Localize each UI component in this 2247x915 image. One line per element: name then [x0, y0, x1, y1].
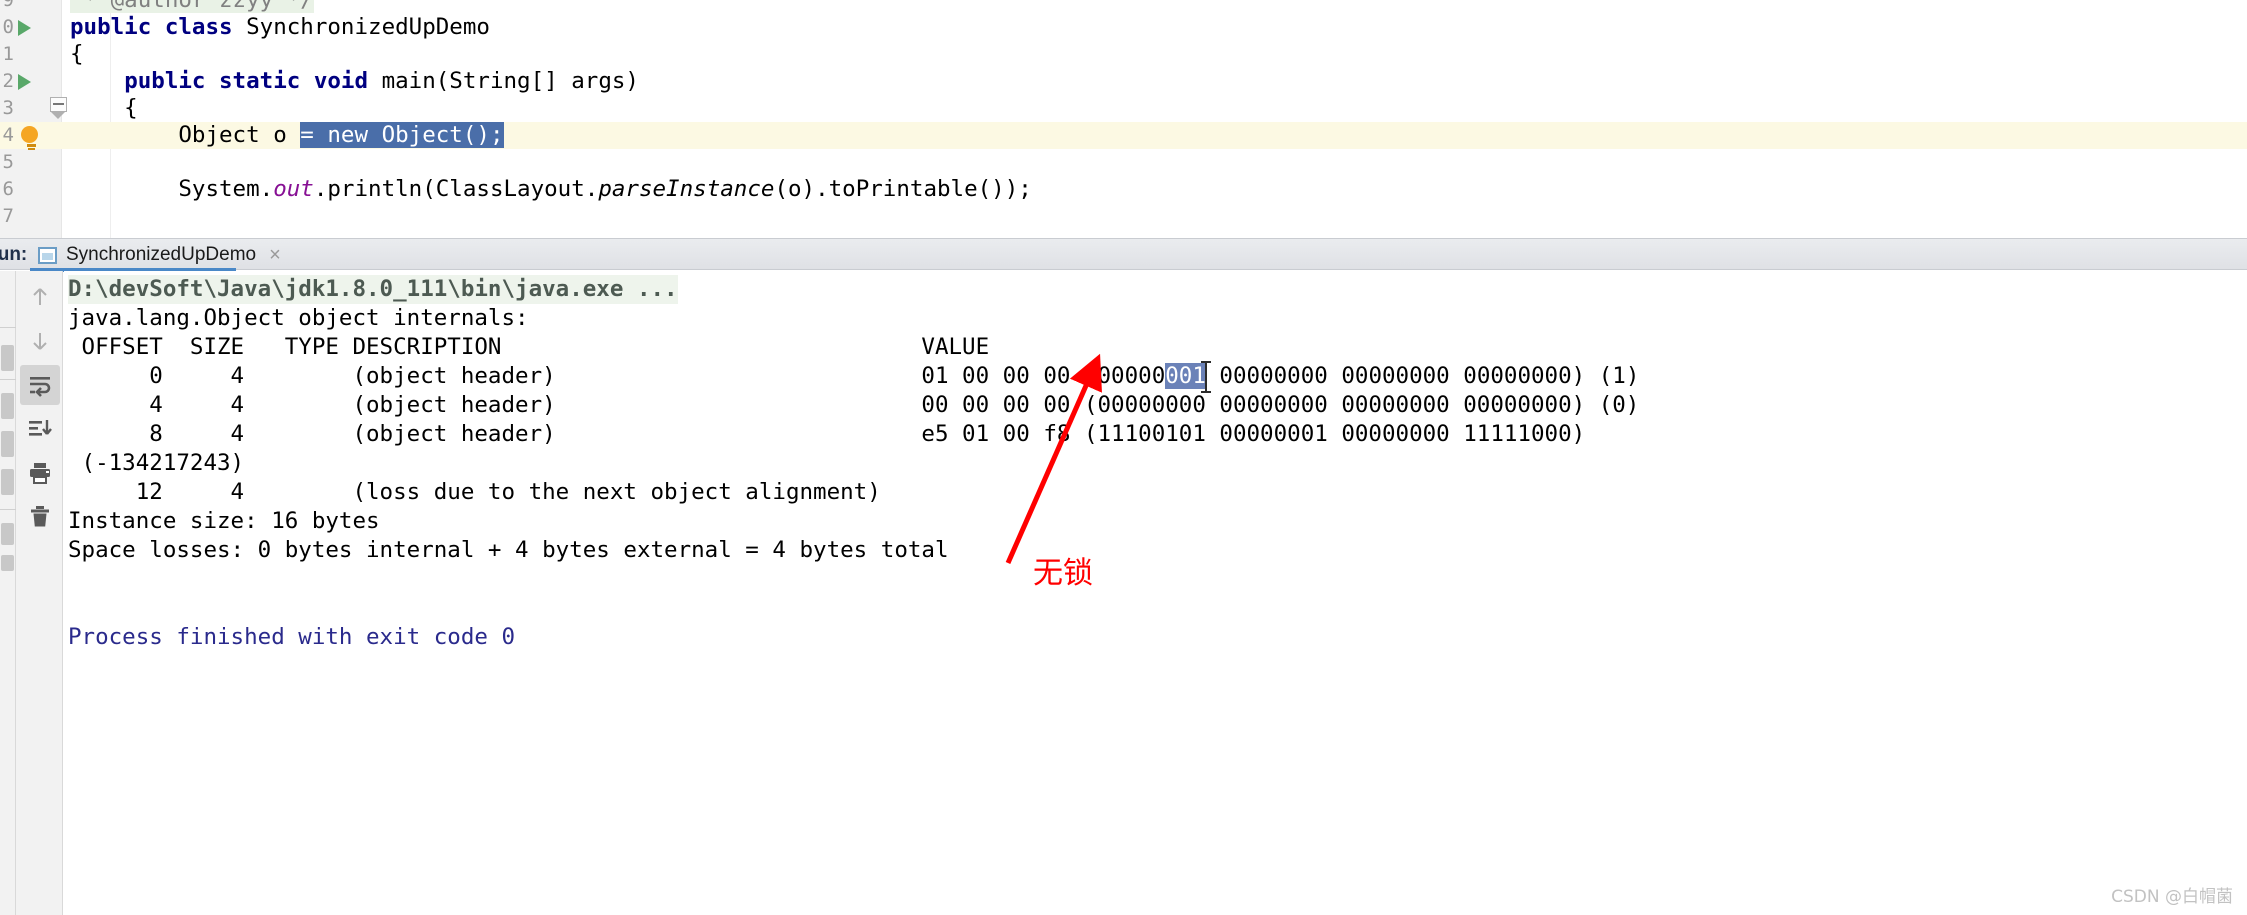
- code-line[interactable]: public static void main(String[] args): [62, 68, 2247, 95]
- code-token: public class: [70, 14, 247, 40]
- down-arrow-icon[interactable]: [20, 321, 60, 361]
- gutter-line: 1: [0, 41, 62, 68]
- gutter-line: 5: [0, 149, 62, 176]
- line-number: 0: [2, 16, 14, 38]
- line-number: 7: [2, 205, 14, 227]
- line-number: 9: [2, 0, 14, 11]
- row-text-after-selection: 00000000 00000000 00000000) (1): [1205, 363, 1640, 389]
- code-line-current[interactable]: Object o = new Object();: [62, 122, 2247, 149]
- gutter-line: 9: [0, 0, 62, 14]
- run-tab-synchronizedupdemo[interactable]: SynchronizedUpDemo ×: [30, 239, 289, 271]
- console-line: Instance size: 16 bytes: [68, 508, 380, 534]
- console-line: 12 4 (loss due to the next object alignm…: [68, 479, 881, 505]
- gutter-line: 7: [0, 203, 62, 230]
- watermark: CSDN @白帽菌: [2111, 887, 2233, 907]
- line-number: 6: [2, 178, 14, 200]
- trash-icon[interactable]: [20, 497, 60, 537]
- line-number: 2: [2, 70, 14, 92]
- edge-icon-b[interactable]: [1, 393, 14, 419]
- console-line: 8 4 (object header) e5 01 00 f8 (1110010…: [68, 421, 1586, 447]
- command-text: D:\devSoft\Java\jdk1.8.0_111\bin\java.ex…: [68, 275, 678, 304]
- console-selection[interactable]: 001: [1165, 363, 1206, 389]
- console-command-line: D:\devSoft\Java\jdk1.8.0_111\bin\java.ex…: [64, 275, 678, 304]
- console-tab-icon: [38, 246, 57, 264]
- line-number: 5: [2, 151, 14, 173]
- run-window-label: Run:: [0, 244, 28, 265]
- edge-icon-a[interactable]: [1, 345, 14, 371]
- console-toolbar: [16, 271, 63, 915]
- console-exit-line: Process finished with exit code 0: [68, 624, 516, 650]
- gutter-line: 6: [0, 176, 62, 203]
- code-token: {: [70, 41, 84, 67]
- code-editor-pane: 9 0 1 2 3 4 5 6 7 * @author zzyy */ publ…: [0, 0, 2247, 238]
- gutter-line: 3: [0, 95, 67, 122]
- edge-icon-c[interactable]: [1, 431, 14, 457]
- code-token: SynchronizedUpDemo: [246, 14, 490, 40]
- console-line: 0 4 (object header) 01 00 00 00 (0000000…: [64, 361, 1640, 393]
- code-token: public static void: [124, 68, 382, 94]
- console-line: (-134217243): [68, 450, 245, 476]
- intention-bulb-icon[interactable]: [21, 126, 41, 150]
- code-token: System.: [70, 176, 274, 202]
- code-token: main(String[] args): [381, 68, 639, 94]
- gutter-line: 0: [0, 14, 62, 41]
- run-gutter-icon[interactable]: [18, 74, 31, 90]
- gutter-line: 4: [0, 122, 62, 150]
- close-icon[interactable]: ×: [269, 244, 281, 267]
- code-token: .println(ClassLayout.: [313, 176, 599, 202]
- console-line: java.lang.Object object internals:: [68, 305, 529, 331]
- code-token: (o).toPrintable());: [774, 176, 1032, 202]
- code-selection[interactable]: = new Object();: [300, 122, 504, 148]
- code-line[interactable]: [62, 149, 2247, 176]
- edge-icon-d[interactable]: [1, 469, 14, 495]
- line-number: 4: [2, 124, 14, 146]
- up-arrow-icon[interactable]: [20, 277, 60, 317]
- code-line[interactable]: {: [62, 95, 2247, 122]
- row-text-before-selection: 0 4 (object header) 01 00 00 00 (00000: [68, 363, 1166, 389]
- console-line: 4 4 (object header) 00 00 00 00 (0000000…: [68, 392, 1640, 418]
- code-token: parseInstance: [598, 176, 775, 202]
- edge-icon-e[interactable]: [1, 523, 14, 545]
- code-line[interactable]: {: [62, 41, 2247, 68]
- code-token: {: [70, 95, 138, 121]
- console-output[interactable]: D:\devSoft\Java\jdk1.8.0_111\bin\java.ex…: [64, 271, 2247, 915]
- run-tool-header: Run: SynchronizedUpDemo ×: [0, 238, 2247, 272]
- code-line[interactable]: [62, 203, 2247, 230]
- run-tool-window: Run: SynchronizedUpDemo ×: [0, 238, 2247, 915]
- tool-window-edge-toolbar[interactable]: [0, 271, 16, 915]
- annotation-label: 无锁: [1033, 556, 1093, 591]
- code-line[interactable]: System.out.println(ClassLayout.parseInst…: [62, 176, 2247, 203]
- code-token: * @author zzyy */: [70, 0, 314, 13]
- console-line-header: OFFSET SIZE TYPE DESCRIPTION VALUE: [68, 334, 990, 360]
- code-token: Object o: [70, 122, 301, 148]
- editor-gutter[interactable]: 9 0 1 2 3 4 5 6 7: [0, 0, 67, 238]
- print-icon[interactable]: [20, 453, 60, 493]
- console-line: Space losses: 0 bytes internal + 4 bytes…: [68, 537, 949, 563]
- scroll-to-end-icon[interactable]: [20, 409, 60, 449]
- line-number: 1: [2, 43, 14, 65]
- code-text-area[interactable]: * @author zzyy */ public class Synchroni…: [62, 0, 2247, 238]
- soft-wrap-icon[interactable]: [20, 365, 60, 405]
- ide-window: 9 0 1 2 3 4 5 6 7 * @author zzyy */ publ…: [0, 0, 2247, 915]
- gutter-line: 2: [0, 68, 62, 95]
- run-tab-label: SynchronizedUpDemo: [66, 244, 257, 265]
- code-line[interactable]: * @author zzyy */: [62, 0, 2247, 14]
- run-gutter-icon[interactable]: [18, 20, 31, 36]
- code-token: out: [273, 176, 314, 202]
- code-line[interactable]: public class SynchronizedUpDemo: [62, 14, 2247, 41]
- line-number: 3: [2, 97, 14, 119]
- edge-icon-f[interactable]: [1, 555, 14, 571]
